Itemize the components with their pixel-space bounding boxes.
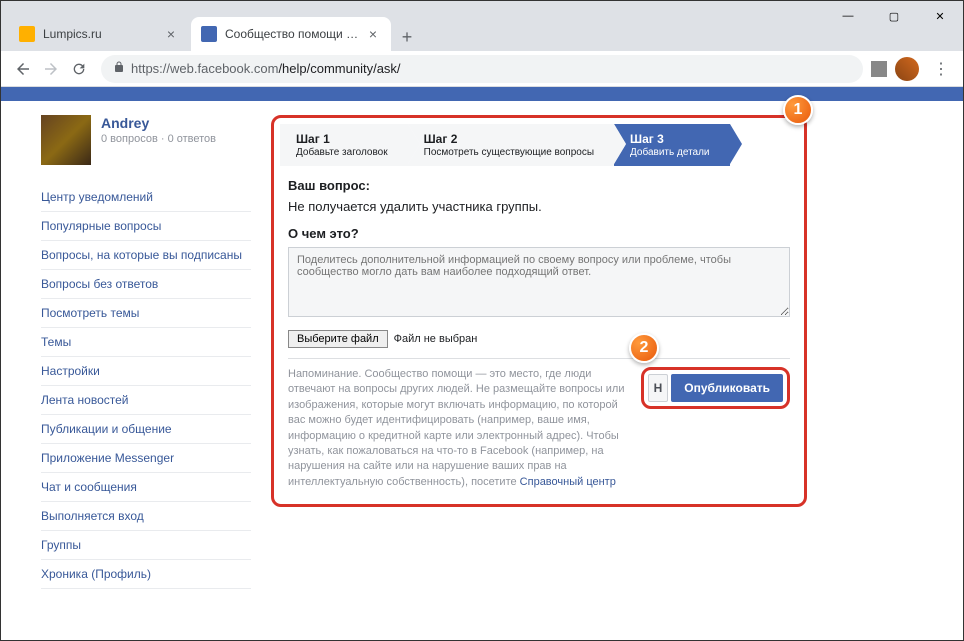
back-button[interactable] (9, 55, 37, 83)
content: Andrey 0 вопросов · 0 ответов Центр увед… (1, 101, 963, 589)
callout-badge-2: 2 (629, 333, 659, 363)
forward-button[interactable] (37, 55, 65, 83)
about-label: О чем это? (288, 226, 790, 241)
step-subtitle: Добавить детали (630, 147, 710, 158)
step-subtitle: Посмотреть существующие вопросы (424, 147, 594, 158)
reminder-text: Напоминание. Сообщество помощи — это мес… (288, 367, 627, 490)
window-controls: — ▢ ✕ (825, 1, 963, 31)
main-panel: 1 Шаг 1 Добавьте заголовок Шаг 2 Посмотр… (251, 101, 807, 589)
sidebar-item-newsfeed[interactable]: Лента новостей (41, 386, 251, 415)
url-protocol: https:// (131, 61, 170, 76)
sidebar-item-login[interactable]: Выполняется вход (41, 502, 251, 531)
step-title: Шаг 1 (296, 132, 330, 146)
address-bar: https://web.facebook.com/help/community/… (1, 51, 963, 87)
new-tab-button[interactable]: + (393, 23, 421, 51)
highlighted-buttons: Н Опубликовать (641, 367, 790, 409)
publish-button[interactable]: Опубликовать (671, 374, 783, 402)
tab-strip: Lumpics.ru × Сообщество помощи Facebook … (9, 17, 421, 51)
highlighted-panel: Шаг 1 Добавьте заголовок Шаг 2 Посмотрет… (271, 115, 807, 507)
sidebar-item-posts[interactable]: Публикации и общение (41, 415, 251, 444)
favicon-facebook (201, 26, 217, 42)
sidebar-item-messenger[interactable]: Приложение Messenger (41, 444, 251, 473)
sidebar-item-unanswered[interactable]: Вопросы без ответов (41, 270, 251, 299)
profile-avatar[interactable] (895, 57, 919, 81)
question-text: Не получается удалить участника группы. (288, 199, 790, 214)
reminder-body: Напоминание. Сообщество помощи — это мес… (288, 368, 624, 488)
tab-title: Сообщество помощи Facebook (225, 27, 361, 41)
callout-badge-1: 1 (783, 95, 813, 125)
favicon-lumpics (19, 26, 35, 42)
tab-title: Lumpics.ru (43, 27, 159, 41)
tab-lumpics[interactable]: Lumpics.ru × (9, 17, 189, 51)
step-subtitle: Добавьте заголовок (296, 147, 388, 158)
step-title: Шаг 2 (424, 132, 458, 146)
url-input[interactable]: https://web.facebook.com/help/community/… (101, 55, 863, 83)
url-host: web.facebook.com (170, 61, 278, 76)
bottom-row: Напоминание. Сообщество помощи — это мес… (288, 367, 790, 490)
step-3[interactable]: Шаг 3 Добавить детали (614, 124, 730, 166)
url-path: /help/community/ask/ (278, 61, 400, 76)
close-button[interactable]: ✕ (917, 1, 963, 31)
sidebar-item-subscribed[interactable]: Вопросы, на которые вы подписаны (41, 241, 251, 270)
sidebar-item-chat[interactable]: Чат и сообщения (41, 473, 251, 502)
sidebar-item-notifications[interactable]: Центр уведомлений (41, 183, 251, 212)
step-indicator: Шаг 1 Добавьте заголовок Шаг 2 Посмотрет… (280, 124, 798, 166)
sidebar-item-popular[interactable]: Популярные вопросы (41, 212, 251, 241)
tab-facebook[interactable]: Сообщество помощи Facebook × (191, 17, 391, 51)
profile-picture[interactable] (41, 115, 91, 165)
file-status: Файл не выбран (394, 333, 478, 345)
form-body: Ваш вопрос: Не получается удалить участн… (274, 178, 804, 504)
profile-block: Andrey 0 вопросов · 0 ответов (41, 115, 251, 165)
browser-titlebar: Lumpics.ru × Сообщество помощи Facebook … (1, 1, 963, 51)
choose-file-button[interactable]: Выберите файл (288, 330, 388, 348)
sidebar: Andrey 0 вопросов · 0 ответов Центр увед… (41, 101, 251, 589)
extension-icon[interactable] (871, 61, 887, 77)
reload-button[interactable] (65, 55, 93, 83)
step-title: Шаг 3 (630, 132, 664, 146)
divider (288, 358, 790, 359)
sidebar-item-topics[interactable]: Посмотреть темы (41, 299, 251, 328)
extension-icons: ⋮ (871, 55, 955, 83)
step-2[interactable]: Шаг 2 Посмотреть существующие вопросы (408, 124, 614, 166)
close-icon[interactable]: × (365, 26, 381, 42)
profile-stats: 0 вопросов · 0 ответов (101, 133, 216, 145)
help-center-link[interactable]: Справочный центр (520, 476, 616, 488)
details-textarea[interactable] (288, 247, 790, 317)
step-1[interactable]: Шаг 1 Добавьте заголовок (280, 124, 408, 166)
sidebar-item-themes[interactable]: Темы (41, 328, 251, 357)
sidebar-item-timeline[interactable]: Хроника (Профиль) (41, 560, 251, 589)
profile-name[interactable]: Andrey (101, 115, 216, 131)
menu-button[interactable]: ⋮ (927, 55, 955, 83)
close-icon[interactable]: × (163, 26, 179, 42)
lock-icon (113, 61, 125, 76)
sidebar-item-settings[interactable]: Настройки (41, 357, 251, 386)
sidebar-item-groups[interactable]: Группы (41, 531, 251, 560)
file-row: Выберите файл Файл не выбран (288, 330, 790, 348)
button-row: 2 Н Опубликовать (641, 367, 790, 409)
facebook-header (1, 87, 963, 101)
maximize-button[interactable]: ▢ (871, 1, 917, 31)
cancel-button[interactable]: Н (648, 374, 668, 402)
question-label: Ваш вопрос: (288, 178, 790, 193)
minimize-button[interactable]: — (825, 1, 871, 31)
